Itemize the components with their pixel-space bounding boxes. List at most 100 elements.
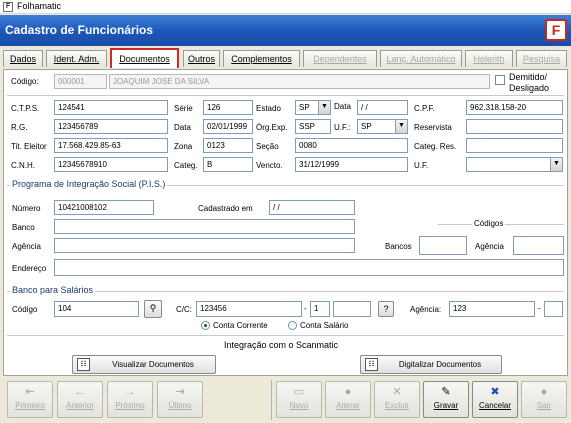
scanner-icon: ☷ xyxy=(365,358,378,371)
cnh-field[interactable]: 12345678910 xyxy=(54,157,168,172)
secao-field[interactable]: 0080 xyxy=(295,138,408,153)
vencto-label: Vencto. xyxy=(256,161,283,170)
cod-bancos-label: Bancos xyxy=(385,242,412,251)
pis-numero-field[interactable]: 10421008102 xyxy=(54,200,154,215)
codigos-title: Códigos xyxy=(472,219,506,228)
tab-documentos[interactable]: Documentos xyxy=(110,48,179,68)
help-button[interactable]: ? xyxy=(378,301,394,317)
employee-name-field[interactable]: JOAQUIM JOSE DA SILVA xyxy=(109,74,490,89)
serie-field[interactable]: 126 xyxy=(203,100,253,115)
secao-label: Seção xyxy=(256,142,279,151)
cc-label: C/C: xyxy=(176,305,192,314)
estado-label: Estado xyxy=(256,104,281,113)
search-bank-button[interactable]: ⚲ xyxy=(144,300,162,318)
pis-agencia-field[interactable] xyxy=(54,238,355,253)
next-record-label: Próximo xyxy=(115,401,145,410)
cc-separator: - xyxy=(304,304,307,313)
reservista-field[interactable] xyxy=(466,119,563,134)
conta-corrente-label: Conta Corrente xyxy=(213,321,268,330)
tab-dados[interactable]: Dados xyxy=(3,50,43,67)
rg-field[interactable]: 123456789 xyxy=(54,119,168,134)
ctps-field[interactable]: 124541 xyxy=(54,100,168,115)
first-record-label: Primeiro xyxy=(15,401,45,410)
last-record-label: Último xyxy=(168,401,192,410)
cod-agencia-field[interactable] xyxy=(513,236,564,255)
orgexp-field[interactable]: SSP xyxy=(295,119,331,134)
new-record-label: Novo xyxy=(289,401,309,410)
chevron-down-icon[interactable]: ▼ xyxy=(318,101,330,114)
scan-documents-button[interactable]: ☷ Digitalizar Documentos xyxy=(360,355,502,374)
delete-record-button[interactable]: ✕ Excluir xyxy=(374,381,420,418)
save-record-button[interactable]: ✎ Gravar xyxy=(423,381,469,418)
save-record-label: Gravar xyxy=(433,401,459,410)
view-documents-button[interactable]: ☷ Visualizar Documentos xyxy=(72,355,216,374)
vencto-field[interactable]: 31/12/1999 xyxy=(295,157,408,172)
pis-banco-field[interactable] xyxy=(54,219,355,234)
cc-extra-field[interactable] xyxy=(333,301,371,317)
pis-banco-label: Banco xyxy=(12,223,35,232)
record-toolbar: ⇤ Primeiro ← Anterior → Próximo ⇥ Último… xyxy=(3,378,568,422)
categ-label: Categ. xyxy=(174,161,198,170)
edit-record-icon: ● xyxy=(344,386,352,398)
categ-field[interactable]: B xyxy=(203,157,253,172)
tab-dependentes[interactable]: Dependentes xyxy=(303,50,377,67)
cancel-label: Cancelar xyxy=(478,401,511,410)
pis-endereco-field[interactable] xyxy=(54,259,564,276)
categ-res-field[interactable] xyxy=(466,138,563,153)
previous-record-button[interactable]: ← Anterior xyxy=(57,381,103,418)
cpf-field[interactable]: 962.318.158-20 xyxy=(466,100,563,115)
first-record-button[interactable]: ⇤ Primeiro xyxy=(7,381,53,418)
next-record-icon: → xyxy=(124,386,136,398)
tab-complementos[interactable]: Complementos xyxy=(223,50,300,67)
cancel-icon: ✖ xyxy=(490,386,500,398)
data-ctps-field[interactable]: / / xyxy=(357,100,408,115)
exit-button[interactable]: ● Sair xyxy=(521,381,567,418)
save-record-icon: ✎ xyxy=(441,386,451,398)
edit-record-label: Alterar xyxy=(336,401,360,410)
tab-lanc-automatico[interactable]: Lanç. Automático xyxy=(380,50,462,67)
new-record-icon: ▭ xyxy=(293,386,305,398)
zona-field[interactable]: 0123 xyxy=(203,138,253,153)
toolbar-separator xyxy=(271,380,272,420)
uf2-select[interactable]: ▼ xyxy=(466,157,563,172)
cc-field[interactable]: 123456 xyxy=(196,301,302,317)
next-record-button[interactable]: → Próximo xyxy=(107,381,153,418)
cc-digit-field[interactable]: 1 xyxy=(310,301,330,317)
tab-ident-adm[interactable]: Ident. Adm. xyxy=(46,50,107,67)
last-record-button[interactable]: ⇥ Último xyxy=(157,381,203,418)
uf-select[interactable]: SP ▼ xyxy=(357,119,408,134)
salary-agencia-label: Agência: xyxy=(410,305,442,314)
reservista-label: Reservista xyxy=(414,123,452,132)
estado-select[interactable]: SP ▼ xyxy=(295,100,331,115)
chevron-down-icon[interactable]: ▼ xyxy=(550,158,562,171)
edit-record-button[interactable]: ● Alterar xyxy=(325,381,371,418)
cancel-button[interactable]: ✖ Cancelar xyxy=(472,381,518,418)
form-title: Cadastro de Funcionários xyxy=(5,23,154,37)
salary-codigo-field[interactable]: 104 xyxy=(54,301,139,317)
delete-record-label: Excluir xyxy=(384,401,409,410)
salary-agencia-field[interactable]: 123 xyxy=(449,301,535,317)
form-header: Cadastro de Funcionários F xyxy=(0,15,571,46)
radio-conta-corrente[interactable] xyxy=(201,321,210,330)
pis-endereco-label: Endereço xyxy=(12,264,47,273)
cod-bancos-field[interactable] xyxy=(419,236,467,255)
serie-label: Série xyxy=(174,104,193,113)
dismissed-checkbox[interactable] xyxy=(495,75,505,85)
view-documents-label: Visualizar Documentos xyxy=(112,360,194,369)
last-record-icon: ⇥ xyxy=(175,386,185,398)
radio-conta-salario[interactable] xyxy=(288,321,297,330)
titulo-field[interactable]: 17.568.429.85-63 xyxy=(54,138,168,153)
new-record-button[interactable]: ▭ Novo xyxy=(276,381,322,418)
tab-pesquisa[interactable]: Pesquisa xyxy=(516,50,567,67)
tab-bar: Dados Ident. Adm. Documentos Outros Comp… xyxy=(0,48,571,70)
chevron-down-icon[interactable]: ▼ xyxy=(395,120,407,133)
pis-cadastrado-field[interactable]: / / xyxy=(269,200,355,215)
agencia-digit-field[interactable] xyxy=(544,301,563,317)
employee-code-field[interactable]: 000001 xyxy=(54,74,107,89)
uf-value: SP xyxy=(361,122,372,131)
previous-record-label: Anterior xyxy=(65,401,94,410)
tab-holerith[interactable]: Holerith xyxy=(465,50,513,67)
cpf-label: C.P.F. xyxy=(414,104,435,113)
data-rg-field[interactable]: 02/01/1999 xyxy=(203,119,253,134)
tab-outros[interactable]: Outros xyxy=(183,50,220,67)
